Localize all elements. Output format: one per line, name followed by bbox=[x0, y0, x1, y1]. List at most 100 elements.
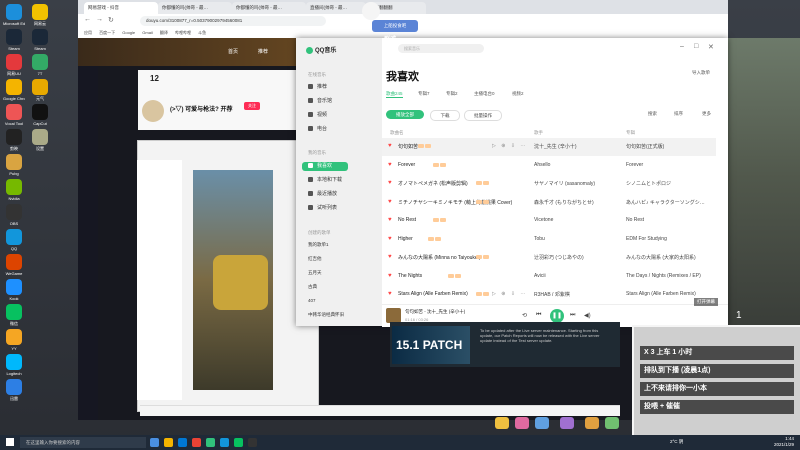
heart-icon[interactable]: ♥ bbox=[388, 217, 392, 223]
clock[interactable]: 1:44 2021/1/29 bbox=[760, 436, 794, 448]
song-album[interactable]: みんなの大陽系 (大家的太阳系) bbox=[626, 254, 696, 261]
browser-tab[interactable]: 你都懂的吗(帅哥 - 最… bbox=[232, 2, 306, 14]
search-input[interactable]: 搜索音乐 bbox=[398, 44, 484, 53]
obs-icon[interactable] bbox=[248, 438, 257, 447]
playlist-item[interactable]: 407 bbox=[308, 298, 316, 303]
gift-icon[interactable] bbox=[560, 417, 574, 429]
song-row[interactable]: ♥ Stars Align (Alle Farben Remix) ▷ ⊕ ⇩ ⋯ R… bbox=[382, 286, 716, 304]
nav-recommend[interactable]: 推荐 bbox=[258, 48, 268, 55]
play-all-button[interactable]: 播放全部 bbox=[386, 110, 424, 119]
nav-music-hall[interactable]: 音乐馆 bbox=[308, 97, 374, 106]
desktop-shortcut[interactable]: Vocal Tool bbox=[3, 104, 25, 126]
gift-icon[interactable] bbox=[495, 417, 509, 429]
bookmark[interactable]: 斗鱼 bbox=[198, 30, 206, 35]
desktop-shortcut[interactable]: 迅雷 bbox=[3, 379, 25, 401]
more-button[interactable]: 更多 bbox=[702, 111, 711, 117]
song-artist[interactable]: Ahsello bbox=[534, 162, 550, 168]
chrome-icon[interactable] bbox=[192, 438, 201, 447]
heart-icon[interactable]: ♥ bbox=[388, 254, 392, 260]
next-icon[interactable]: ⏭ bbox=[570, 312, 575, 319]
song-artist[interactable]: Avicii bbox=[534, 273, 546, 279]
tab-radio[interactable]: 主播电台0 bbox=[474, 91, 495, 97]
desktop-shortcut[interactable]: Kook bbox=[3, 279, 25, 301]
desktop-shortcut[interactable]: Pubg bbox=[3, 154, 25, 176]
gift-icon[interactable] bbox=[535, 417, 549, 429]
windows-start-icon[interactable] bbox=[6, 438, 14, 446]
album-cover[interactable] bbox=[386, 308, 401, 323]
desktop-shortcut[interactable]: Steam bbox=[29, 29, 51, 51]
song-artist[interactable]: 辻羽彩巧 (つじあやの) bbox=[534, 254, 584, 261]
desktop-shortcut[interactable]: OBS bbox=[3, 204, 25, 226]
reload-icon[interactable]: ↻ bbox=[108, 16, 114, 24]
song-row[interactable]: ♥ ミチノチヤシーキミノキモチ (萌上的偏桃果 Cover) 森永千才 (もりながち… bbox=[382, 194, 716, 212]
open-danmu-button[interactable]: 打开弹幕 bbox=[694, 298, 718, 306]
browser-tab[interactable]: 你都懂的吗(帅哥 - 最… bbox=[158, 2, 232, 14]
bookmark[interactable]: 翻译 bbox=[160, 30, 168, 35]
heart-icon[interactable]: ♥ bbox=[388, 143, 392, 149]
song-album[interactable]: シノニムとトポロジ bbox=[626, 180, 671, 187]
maximize-icon[interactable]: □ bbox=[694, 43, 698, 50]
bookmark[interactable]: 哔哩哔哩 bbox=[175, 30, 191, 35]
heart-icon[interactable]: ♥ bbox=[388, 273, 392, 279]
song-album[interactable]: あんハピ♪ キャラクターソングシ… bbox=[626, 199, 705, 206]
wechat-icon[interactable] bbox=[234, 438, 243, 447]
desktop-shortcut[interactable]: Logitech bbox=[3, 354, 25, 376]
desktop-shortcut[interactable]: 微信 bbox=[3, 304, 25, 326]
song-artist[interactable]: 沈十_先生 (辛小十) bbox=[534, 143, 577, 150]
desktop-shortcut[interactable]: Microsoft Edge bbox=[3, 4, 25, 26]
song-album[interactable]: EDM For Studying bbox=[626, 236, 667, 242]
taskbar-search-input[interactable]: 在这里输入你要搜索的内容 bbox=[20, 437, 146, 448]
follow-button[interactable]: 关注 bbox=[244, 102, 260, 110]
nav-radio[interactable]: 电台 bbox=[308, 125, 374, 134]
taskview-icon[interactable] bbox=[150, 438, 159, 447]
pause-button[interactable]: ❚❚ bbox=[550, 309, 564, 323]
bookmark[interactable]: 应用 bbox=[84, 30, 92, 35]
gift-icon[interactable] bbox=[605, 417, 619, 429]
desktop-shortcut[interactable]: Nvidia bbox=[3, 179, 25, 201]
desktop-shortcut[interactable]: CapCut bbox=[29, 104, 51, 126]
song-row[interactable]: ♥ Forever Ahsello Forever bbox=[382, 157, 716, 175]
browser-tab[interactable]: 网易游戏 - 抖音 bbox=[84, 2, 158, 14]
bookmark[interactable]: Google bbox=[122, 30, 135, 35]
song-row[interactable]: ♥ No Rest Vicetone No Rest bbox=[382, 212, 716, 230]
song-artist[interactable]: Tobu bbox=[534, 236, 545, 242]
heart-icon[interactable]: ♥ bbox=[388, 180, 392, 186]
row-actions[interactable]: ▷ ⊕ ⇩ ⋯ bbox=[492, 291, 527, 297]
url-input[interactable]: douyu.com/3100877_r=0.503790029794560081 bbox=[140, 16, 326, 26]
desktop-shortcut[interactable]: Steam bbox=[3, 29, 25, 51]
browser-tab[interactable]: 直播间(帅哥 - 最… bbox=[306, 2, 366, 14]
forward-icon[interactable]: → bbox=[96, 16, 103, 23]
song-row[interactable]: ♥ 句句如苦 ▷ ⊕ ⇩ ⋯ 沈十_先生 (辛小十) 句句如苦(正式版) bbox=[382, 138, 716, 156]
desktop-shortcut[interactable]: 网易云 bbox=[29, 4, 51, 26]
loop-icon[interactable]: ⟲ bbox=[522, 312, 527, 319]
desktop-shortcut[interactable]: 元气 bbox=[29, 79, 51, 101]
playlist-item[interactable]: 红吉他 bbox=[308, 256, 322, 262]
list-search-button[interactable]: 搜索 bbox=[648, 111, 657, 117]
playlist-item[interactable]: 五月天 bbox=[308, 270, 322, 276]
playlist-item[interactable]: 中韩华语经典怀旧 bbox=[308, 312, 344, 318]
qq-music-taskbar-icon[interactable] bbox=[206, 438, 215, 447]
bookmark[interactable]: 百度一下 bbox=[99, 30, 115, 35]
song-artist[interactable]: R3HAB / 邓紫棋 bbox=[534, 291, 570, 298]
batch-button[interactable]: 批量操作 bbox=[464, 110, 502, 121]
desktop-shortcut[interactable]: 7T bbox=[29, 54, 51, 76]
desktop-shortcut[interactable]: 网易UU bbox=[3, 54, 25, 76]
song-album[interactable]: Forever bbox=[626, 162, 643, 168]
close-icon[interactable]: ✕ bbox=[708, 43, 714, 51]
song-row[interactable]: ♥ みんなの大陽系 (Minna no Taiyoukei) 辻羽彩巧 (つじあやの… bbox=[382, 249, 716, 267]
tab-albums[interactable]: 专辑7 bbox=[418, 91, 430, 97]
song-album[interactable]: Stars Align (Alle Farben Remix) bbox=[626, 291, 696, 297]
desktop-shortcut[interactable]: 设置 bbox=[29, 129, 51, 151]
volume-icon[interactable]: ◀) bbox=[584, 312, 591, 319]
nav-trial[interactable]: 试听列表 bbox=[308, 204, 374, 213]
nav-favorites[interactable]: 我喜欢 bbox=[302, 162, 348, 171]
gift-icon[interactable] bbox=[515, 417, 529, 429]
desktop-shortcut[interactable]: Google Chrome bbox=[3, 79, 25, 101]
avatar[interactable] bbox=[142, 100, 164, 122]
desktop-shortcut[interactable]: QQ bbox=[3, 229, 25, 251]
heart-icon[interactable]: ♥ bbox=[388, 162, 392, 168]
song-album[interactable]: The Days / Nights (Remixes / EP) bbox=[626, 273, 701, 279]
nav-recommend[interactable]: 推荐 bbox=[308, 83, 374, 92]
song-artist[interactable]: 森永千才 (もりながちとせ) bbox=[534, 199, 594, 206]
qq-icon[interactable] bbox=[220, 438, 229, 447]
